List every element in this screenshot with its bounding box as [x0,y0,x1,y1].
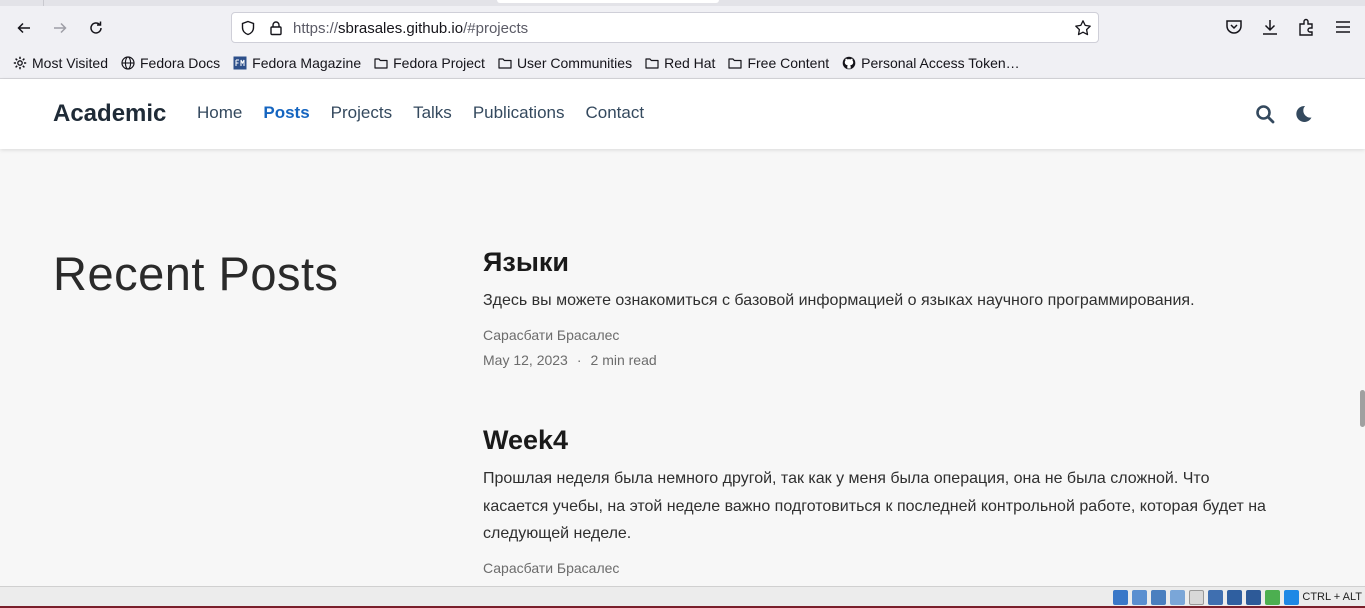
bookmark-label: Personal Access Token… [861,55,1020,71]
arrow-right-icon [54,22,67,34]
folder-icon [728,58,743,69]
post-author[interactable]: Сарасбати Брасалес [483,560,1273,576]
bookmark-red-hat[interactable]: Red Hat [645,55,715,71]
gear-icon [13,56,27,70]
tray-icon[interactable] [1151,590,1166,605]
bookmark-label: Fedora Project [393,55,485,71]
meta-separator: · [576,351,582,368]
extensions-icon[interactable] [1296,17,1316,37]
tray-icon[interactable] [1246,590,1261,605]
address-bar[interactable]: https://sbrasales.github.io/#projects [231,12,1099,43]
nav-link-publications[interactable]: Publications [473,103,565,123]
lock-icon[interactable] [268,20,284,36]
bookmark-free-content[interactable]: Free Content [728,55,829,71]
arrow-left-icon [17,22,30,34]
main-nav: Home Posts Projects Talks Publications C… [197,103,665,123]
browser-toolbar: https://sbrasales.github.io/#projects Mo… [0,0,1365,79]
page-scrollbar-thumb[interactable] [1360,390,1365,427]
dark-mode-moon-icon[interactable] [1293,104,1313,124]
tray-icon[interactable] [1227,590,1242,605]
tray-icon[interactable] [1208,590,1223,605]
tab-strip [0,0,1365,6]
host-key-label: CTRL + ALT [1302,591,1362,603]
nav-link-contact[interactable]: Contact [585,103,644,123]
system-tray [1109,590,1299,605]
site-brand[interactable]: Academic [53,100,166,128]
folder-icon [374,58,388,69]
bookmark-label: Free Content [747,55,830,71]
tray-icon[interactable] [1170,590,1185,605]
post-date: May 12, 2023 [483,351,568,368]
globe-icon [121,56,135,70]
download-icon[interactable] [1260,17,1280,37]
reload-icon [90,21,102,34]
section-title: Recent Posts [53,247,339,300]
url-text[interactable]: https://sbrasales.github.io/#projects [293,20,528,37]
folder-icon [498,58,512,69]
bookmark-user-communities[interactable]: User Communities [498,55,632,71]
recent-posts-section: Recent Posts Языки Здесь вы можете ознак… [0,150,1365,586]
url-path: /#projects [463,20,529,37]
host-status-bar: CTRL + ALT [0,586,1365,608]
bookmark-label: Most Visited [32,55,108,71]
tray-icon[interactable] [1113,590,1128,605]
nav-link-home[interactable]: Home [197,103,242,123]
tray-icon[interactable] [1284,590,1299,605]
bookmark-fedora-magazine[interactable]: Fedora Magazine [233,55,361,71]
bookmark-label: User Communities [516,55,633,71]
bookmarks-toolbar: Most Visited Fedora Docs Fedora Magazine… [0,50,1365,76]
post-item: Week4 Прошлая неделя была немного другой… [483,425,1273,576]
back-button[interactable] [10,14,38,42]
bookmark-personal-access-token[interactable]: Personal Access Token… [842,55,1020,71]
post-meta: May 12, 2023 · 2 min read [483,352,1273,368]
bookmark-label: Fedora Magazine [252,55,362,71]
nav-link-talks[interactable]: Talks [413,103,452,123]
tray-icon[interactable] [1265,590,1280,605]
url-prefix: https:// [293,20,339,37]
forward-button[interactable] [46,14,74,42]
bookmark-fedora-docs[interactable]: Fedora Docs [121,55,220,71]
bookmark-label: Fedora Docs [140,55,221,71]
nav-link-posts[interactable]: Posts [263,103,309,123]
site-navbar: Academic Home Posts Projects Talks Publi… [0,79,1365,149]
bookmark-fedora-project[interactable]: Fedora Project [374,55,485,71]
tray-icon[interactable] [1132,590,1147,605]
post-read-time: 2 min read [590,351,657,368]
folder-icon [645,58,659,69]
post-summary: Прошлая неделя была немного другой, так … [483,470,1266,542]
bookmark-star-icon[interactable] [1074,19,1092,37]
hamburger-menu-icon[interactable] [1333,17,1353,37]
search-icon[interactable] [1255,104,1275,124]
github-icon [842,56,856,70]
nav-link-projects[interactable]: Projects [331,103,392,123]
tab-active[interactable] [497,0,719,3]
post-title[interactable]: Week4 [483,425,1273,456]
shield-icon[interactable] [240,20,256,36]
tab-previous[interactable] [0,0,44,6]
post-item: Языки Здесь вы можете ознакомиться с баз… [483,247,1273,368]
url-host: sbrasales.github.io [338,20,464,37]
post-author[interactable]: Сарасбати Брасалес [483,327,1273,343]
bookmark-label: Red Hat [664,55,716,71]
tray-icon[interactable] [1189,590,1204,605]
pocket-icon[interactable] [1224,17,1244,37]
reload-button[interactable] [82,14,110,42]
fedora-magazine-icon [233,56,247,70]
post-title[interactable]: Языки [483,247,1273,278]
bookmark-most-visited[interactable]: Most Visited [13,55,108,71]
post-summary: Здесь вы можете ознакомиться с базовой и… [483,292,1195,309]
